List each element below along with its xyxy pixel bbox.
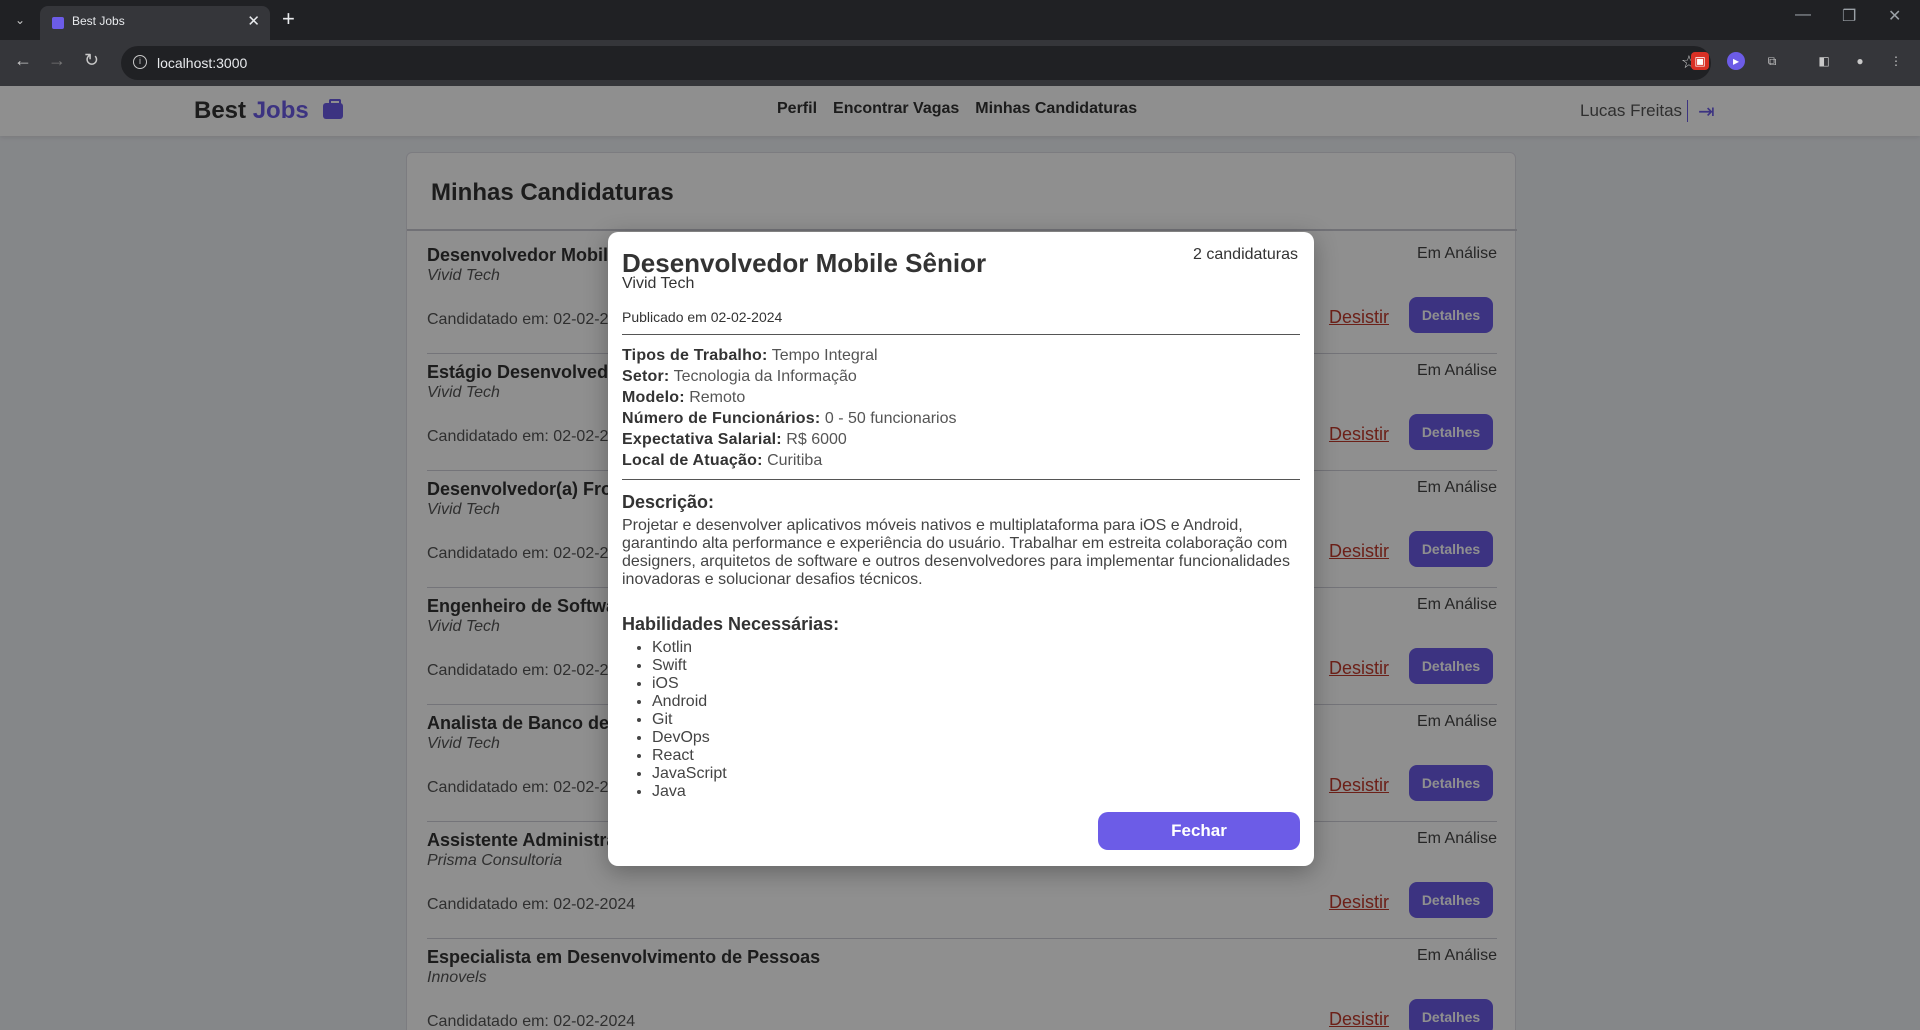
detail-label: Modelo: (622, 389, 685, 406)
side-panel-icon[interactable]: ◧ (1815, 52, 1833, 70)
detail-row: Local de Atuação: Curitiba (622, 450, 957, 471)
reload-icon[interactable]: ↻ (84, 50, 99, 71)
detail-label: Tipos de Trabalho: (622, 347, 768, 364)
modal-job-details: Tipos de Trabalho: Tempo Integral Setor:… (622, 345, 957, 471)
extensions-puzzle-icon[interactable]: ⧉ (1763, 52, 1781, 70)
detail-value: 0 - 50 funcionarios (824, 410, 957, 427)
skill-item: Kotlin (652, 639, 727, 657)
skills-heading: Habilidades Necessárias: (622, 614, 840, 634)
skills-list: Kotlin Swift iOS Android Git DevOps Reac… (652, 639, 727, 801)
browser-tab-bar: ⌄ Best Jobs ✕ + — ❐ ✕ (0, 0, 1920, 40)
restore-icon[interactable]: ❐ (1842, 6, 1856, 26)
detail-value: Curitiba (767, 452, 823, 469)
extension-red-icon[interactable]: ▣ (1691, 52, 1709, 70)
skill-item: Swift (652, 657, 727, 675)
detail-label: Expectativa Salarial: (622, 431, 782, 448)
skill-item: DevOps (652, 729, 727, 747)
browser-toolbar: ← → ↻ i localhost:3000 ☆ ▣ ▸ ⧉ ◧ ● ⋮ (0, 40, 1920, 86)
description-heading: Descrição: (622, 492, 715, 512)
modal-divider (622, 334, 1300, 335)
tab-title: Best Jobs (72, 14, 125, 28)
forward-arrow-icon[interactable]: → (48, 50, 66, 71)
back-arrow-icon[interactable]: ← (14, 50, 32, 71)
job-description: Projetar e desenvolver aplicativos móvei… (622, 517, 1290, 588)
address-bar[interactable]: i localhost:3000 ☆ (121, 46, 1711, 80)
tab-close-icon[interactable]: ✕ (247, 12, 260, 30)
detail-row: Expectativa Salarial: R$ 6000 (622, 429, 957, 450)
browser-tab[interactable]: Best Jobs ✕ (40, 6, 270, 40)
skill-item: iOS (652, 675, 727, 693)
address-url[interactable]: localhost:3000 (157, 55, 247, 71)
modal-divider (622, 479, 1300, 480)
close-modal-button[interactable]: Fechar (1098, 812, 1300, 850)
modal-published-date: Publicado em 02-02-2024 (622, 309, 783, 325)
tab-favicon-icon (52, 17, 64, 29)
skill-item: Java (652, 783, 727, 801)
skill-item: Android (652, 693, 727, 711)
tab-list-chevron-icon[interactable]: ⌄ (8, 8, 32, 32)
site-info-icon[interactable]: i (133, 55, 147, 69)
job-details-modal: Desenvolvedor Mobile Sênior 2 candidatur… (608, 232, 1314, 866)
skill-item: Git (652, 711, 727, 729)
extension-purple-icon[interactable]: ▸ (1727, 52, 1745, 70)
detail-value: Remoto (689, 389, 746, 406)
detail-row: Tipos de Trabalho: Tempo Integral (622, 345, 957, 366)
detail-row: Número de Funcionários: 0 - 50 funcionar… (622, 408, 957, 429)
skill-item: JavaScript (652, 765, 727, 783)
detail-value: Tempo Integral (771, 347, 878, 364)
window-close-icon[interactable]: ✕ (1888, 6, 1901, 26)
detail-value: Tecnologia da Informação (673, 368, 857, 385)
detail-label: Setor: (622, 368, 670, 385)
new-tab-plus-icon[interactable]: + (282, 6, 295, 32)
detail-value: R$ 6000 (786, 431, 847, 448)
profile-icon[interactable]: ● (1851, 52, 1869, 70)
detail-row: Modelo: Remoto (622, 387, 957, 408)
minimize-icon[interactable]: — (1795, 6, 1811, 24)
detail-row: Setor: Tecnologia da Informação (622, 366, 957, 387)
modal-applications-count: 2 candidaturas (1193, 246, 1298, 263)
skill-item: React (652, 747, 727, 765)
browser-menu-icon[interactable]: ⋮ (1887, 52, 1905, 70)
detail-label: Número de Funcionários: (622, 410, 821, 427)
modal-company: Vivid Tech (622, 275, 695, 292)
detail-label: Local de Atuação: (622, 452, 763, 469)
